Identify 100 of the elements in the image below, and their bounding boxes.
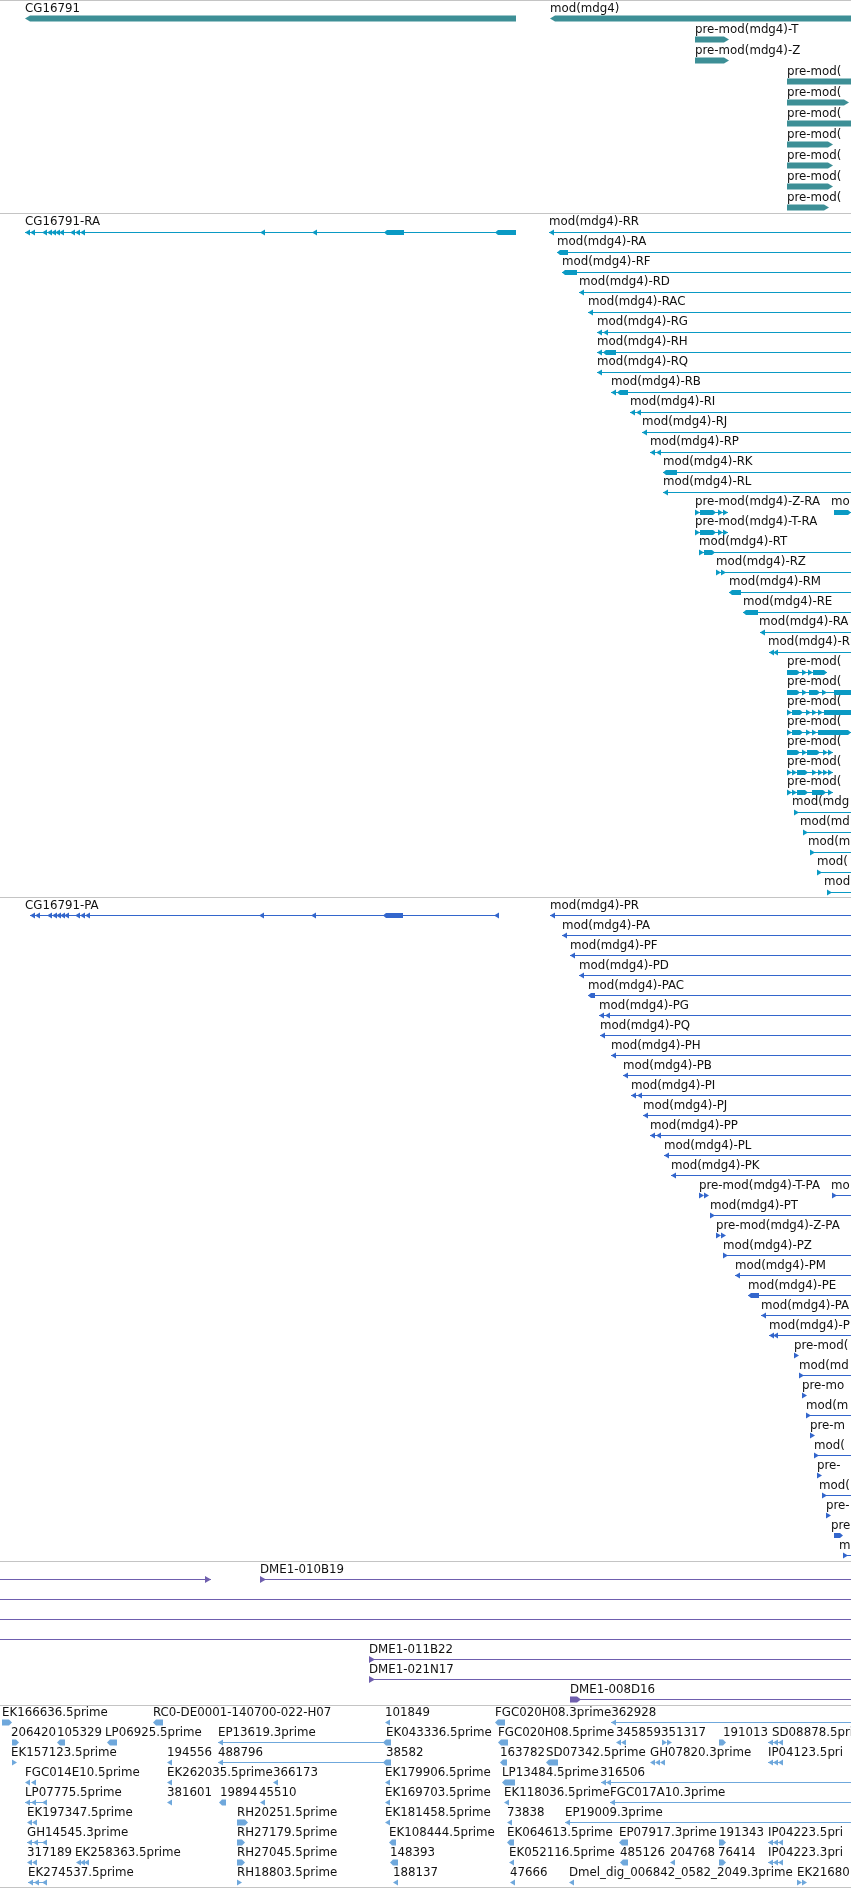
est-alignment[interactable] [2, 1719, 12, 1726]
est-alignment[interactable] [507, 1839, 514, 1846]
transcript-model[interactable] [806, 1412, 851, 1419]
transcript-model[interactable] [579, 289, 851, 296]
transcript-model[interactable] [643, 1112, 851, 1119]
est-alignment[interactable] [546, 1759, 558, 1766]
est-alignment[interactable] [619, 1839, 628, 1846]
transcript-model[interactable] [650, 449, 851, 456]
transcript-model[interactable] [723, 1252, 851, 1259]
gene-bar[interactable] [787, 141, 833, 148]
clone-alignment[interactable] [369, 1656, 851, 1663]
transcript-model[interactable] [570, 952, 851, 959]
transcript-model[interactable] [716, 569, 851, 576]
est-alignment[interactable] [719, 1839, 726, 1846]
transcript-model[interactable] [630, 409, 851, 416]
transcript-model[interactable] [699, 549, 851, 556]
transcript-model[interactable] [588, 309, 851, 316]
transcript-model[interactable] [716, 1232, 726, 1239]
transcript-model[interactable] [562, 932, 851, 939]
transcript-model[interactable] [597, 349, 851, 356]
transcript-model[interactable] [710, 1212, 851, 1219]
transcript-model[interactable] [735, 1272, 851, 1279]
est-alignment[interactable] [260, 1799, 265, 1806]
transcript-model[interactable] [557, 249, 851, 256]
est-alignment[interactable] [509, 1859, 514, 1866]
est-alignment[interactable] [797, 1879, 807, 1886]
transcript-model[interactable] [30, 912, 499, 919]
est-alignment[interactable] [507, 1819, 512, 1826]
transcript-model[interactable] [787, 769, 833, 776]
transcript-model[interactable] [611, 1052, 851, 1059]
transcript-model[interactable] [664, 1152, 851, 1159]
transcript-model[interactable] [743, 609, 851, 616]
transcript-model[interactable] [834, 1532, 843, 1539]
est-alignment[interactable] [57, 1739, 65, 1746]
est-alignment[interactable] [719, 1739, 726, 1746]
est-alignment[interactable] [768, 1859, 783, 1866]
transcript-model[interactable] [822, 1492, 851, 1499]
transcript-model[interactable] [650, 1132, 851, 1139]
transcript-model[interactable] [25, 229, 516, 236]
est-alignment[interactable] [153, 1719, 163, 1726]
transcript-model[interactable] [562, 269, 851, 276]
est-alignment[interactable] [670, 1859, 675, 1866]
est-alignment[interactable] [620, 1859, 628, 1866]
transcript-model[interactable] [803, 829, 851, 836]
est-alignment[interactable] [76, 1859, 89, 1866]
transcript-model[interactable] [810, 849, 851, 856]
transcript-model[interactable] [699, 1192, 709, 1199]
transcript-model[interactable] [611, 389, 851, 396]
est-alignment[interactable] [616, 1739, 626, 1746]
transcript-model[interactable] [769, 1332, 851, 1339]
est-alignment[interactable] [237, 1839, 245, 1846]
gene-bar[interactable] [695, 57, 729, 64]
transcript-model[interactable] [834, 509, 851, 516]
transcript-model[interactable] [597, 329, 851, 336]
est-alignment[interactable] [601, 1779, 851, 1786]
est-alignment[interactable] [385, 1779, 390, 1786]
est-alignment[interactable] [393, 1879, 398, 1886]
est-alignment[interactable] [273, 1779, 278, 1786]
transcript-model[interactable] [794, 1352, 799, 1359]
est-alignment[interactable] [385, 1719, 390, 1726]
transcript-model[interactable] [787, 689, 851, 696]
gene-bar[interactable] [787, 78, 851, 85]
transcript-model[interactable] [695, 509, 728, 516]
est-alignment[interactable] [27, 1839, 47, 1846]
transcript-model[interactable] [588, 992, 851, 999]
transcript-model[interactable] [671, 1172, 851, 1179]
transcript-model[interactable] [663, 469, 851, 476]
est-alignment[interactable] [768, 1839, 783, 1846]
transcript-model[interactable] [769, 649, 851, 656]
est-alignment[interactable] [167, 1759, 172, 1766]
transcript-model[interactable] [599, 1012, 851, 1019]
transcript-model[interactable] [787, 669, 827, 676]
clone-alignment[interactable] [260, 1576, 851, 1583]
est-alignment[interactable] [12, 1759, 17, 1766]
gene-bar[interactable] [550, 15, 851, 22]
clone-alignment[interactable] [0, 1596, 851, 1603]
transcript-model[interactable] [631, 1092, 851, 1099]
transcript-model[interactable] [832, 1192, 851, 1199]
transcript-model[interactable] [787, 789, 833, 796]
est-alignment[interactable] [390, 1859, 398, 1866]
est-alignment[interactable] [383, 1759, 391, 1766]
gene-bar[interactable] [787, 183, 833, 190]
transcript-model[interactable] [826, 1512, 831, 1519]
est-alignment[interactable] [237, 1859, 245, 1866]
est-alignment[interactable] [27, 1859, 37, 1866]
est-alignment[interactable] [610, 1799, 851, 1806]
gene-bar[interactable] [787, 120, 851, 127]
clone-alignment[interactable] [0, 1576, 211, 1583]
est-alignment[interactable] [237, 1819, 248, 1826]
transcript-model[interactable] [623, 1072, 851, 1079]
est-alignment[interactable] [28, 1879, 47, 1886]
est-alignment[interactable] [662, 1739, 672, 1746]
transcript-model[interactable] [810, 1432, 815, 1439]
est-alignment[interactable] [611, 1719, 851, 1726]
clone-alignment[interactable] [570, 1696, 851, 1703]
transcript-model[interactable] [748, 1292, 851, 1299]
est-alignment[interactable] [107, 1739, 117, 1746]
est-alignment[interactable] [504, 1799, 509, 1806]
transcript-model[interactable] [794, 809, 851, 816]
est-alignment[interactable] [12, 1739, 19, 1746]
